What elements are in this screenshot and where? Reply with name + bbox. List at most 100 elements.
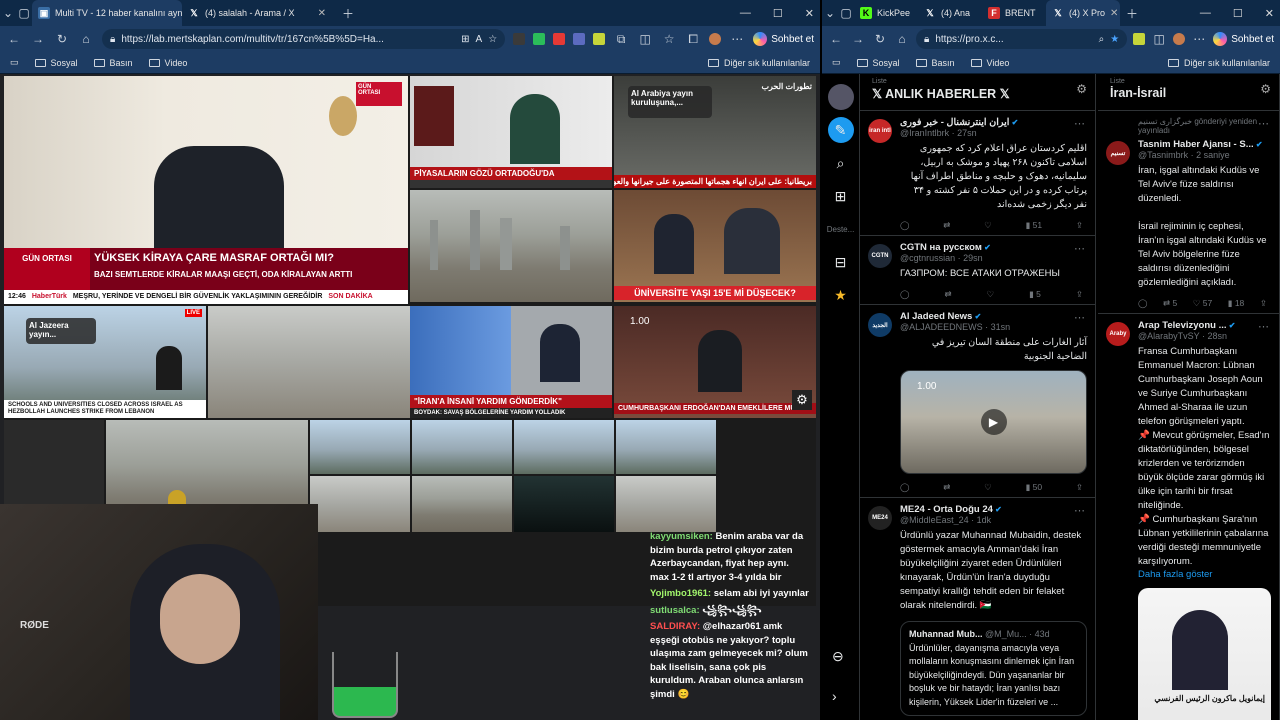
close-window-icon[interactable]: ✕ [1265,7,1274,20]
read-aloud-icon[interactable]: A [476,34,483,45]
avatar[interactable]: iran intl [868,119,892,143]
back-icon[interactable]: ← [828,32,844,46]
tv-tile-alarabiya[interactable]: Al Arabiya yayın kuruluşuna,... تطورات ا… [614,76,816,188]
views-icon[interactable]: ▮ 18 [1228,298,1245,309]
tweet-handle[interactable]: @IranIntlbrk · 27sn [900,128,1087,138]
like-icon[interactable]: ♡ 57 [1193,298,1212,309]
share-icon[interactable]: ⇪ [1076,482,1083,493]
tv-tile-studio[interactable]: PİYASALARIN GÖZÜ ORTADOĞU'DA [410,76,612,188]
favorite-star-icon[interactable]: ★ [1110,34,1119,45]
more-options-icon[interactable]: ⋯ [1074,311,1085,324]
expand-sidebar-icon[interactable]: › [832,688,837,704]
compose-icon[interactable]: ✎ [827,117,854,143]
tab-list-chevron-icon[interactable]: ⌄ [0,6,16,20]
forward-icon[interactable]: → [850,32,866,46]
show-more-link[interactable]: Daha fazla göster [1138,569,1271,580]
reading-list-icon[interactable]: ▭ [832,57,841,68]
repost-icon[interactable]: ⇄ [943,482,950,493]
tweet-author[interactable]: CGTN на русском ✔ [900,242,1087,253]
add-column-icon[interactable]: ⊞ [828,183,854,209]
home-icon[interactable]: ⌂ [78,32,94,46]
maximize-icon[interactable]: ☐ [773,7,783,20]
reply-icon[interactable]: ◯ [900,220,910,231]
yt-overlay-title[interactable]: Al Jazeera yayın... [26,318,96,344]
tweet-handle[interactable]: @AlarabyTvSY · 28sn [1138,331,1271,341]
home-icon[interactable]: ⌂ [894,32,910,46]
views-icon[interactable]: ▮ 50 [1026,482,1043,493]
account-avatar[interactable] [827,84,854,110]
more-options-icon[interactable]: ⋯ [1074,242,1085,255]
tab-x-home[interactable]: 𝕏 (4) Ana [918,0,982,26]
split-screen-icon[interactable]: ◫ [637,32,653,46]
tweet[interactable]: Araby ⋯ Arap Televizyonu ... ✔ @AlarabyTvSY… [1098,313,1279,720]
like-icon[interactable]: ♡ [987,289,995,300]
copilot-button[interactable]: Sohbet et [753,32,814,46]
deck-star-icon[interactable]: ★ [828,282,854,308]
extension-icon[interactable] [573,33,586,45]
tweet-author[interactable]: ME24 - Orta Doğu 24 ✔ [900,504,1087,515]
avatar[interactable]: CGTN [868,244,892,268]
tab-brent[interactable]: F BRENT [982,0,1046,26]
refresh-icon[interactable]: ↻ [54,32,70,46]
close-tab-icon[interactable]: ✕ [318,8,326,19]
extension-icon[interactable] [593,33,606,45]
tab-kick[interactable]: K KickPee [854,0,918,26]
like-icon[interactable]: ♡ [984,220,992,231]
minimize-icon[interactable]: — [740,7,751,19]
extensions-puzzle-icon[interactable]: ⧉ [613,32,629,47]
tv-tile-aljazeera[interactable]: Al Jazeera yayın... LIVE SCHOOLS AND UNI… [4,306,206,418]
tweet-image[interactable]: إيمانويل ماكرون الرئيس الفرنسي [1138,588,1271,720]
views-icon[interactable]: ▮ 5 [1029,289,1041,300]
avatar[interactable]: ME24 [868,506,892,530]
quoted-tweet[interactable]: Muhannad Mub... @M_Mu... · 43d Ürdünlüler… [900,621,1087,716]
tv-tile-cam[interactable] [514,420,614,474]
favorite-folder-basin[interactable]: Basın [915,58,955,68]
zoom-icon[interactable]: ⌕ [1099,34,1105,45]
more-menu-icon[interactable]: ⋯ [1191,32,1207,46]
favorite-folder-sosyal[interactable]: Sosyal [34,58,78,68]
more-options-icon[interactable]: ⋯ [1258,117,1269,130]
new-tab-icon[interactable]: ＋ [340,5,356,22]
tv-tile-parliament[interactable]: ÜNİVERSİTE YAŞI 15'E Mİ DÜŞECEK? [614,190,816,302]
more-options-icon[interactable]: ⋯ [1074,117,1085,130]
tweet-author[interactable]: ایران اینترنشنال - خبر فوری ✔ [900,117,1087,128]
tweet[interactable]: iran intl ⋯ ایران اینترنشنال - خبر فوری ✔ @… [860,110,1095,235]
refresh-icon[interactable]: ↻ [872,32,888,46]
tv-tile-cam[interactable] [310,476,410,532]
tab-x-pro[interactable]: 𝕏 (4) X Pro ✕ [1046,0,1120,26]
tweet-author[interactable]: Tasnim Haber Ajansı - S... ✔ [1138,139,1271,150]
other-favorites[interactable]: Diğer sık kullanılanlar [707,58,810,68]
back-icon[interactable]: ← [6,32,22,46]
tv-tile-speech[interactable]: 1.00 CUMHURBAŞKANI ERDOĞAN'DAN EMEKLİLER… [614,306,816,418]
tv-tile-cam[interactable] [616,476,716,532]
tweet[interactable]: CGTN ⋯ CGTN на русском ✔ @cgtnrussian · 29s… [860,235,1095,304]
collections-icon[interactable]: ⧠ [685,32,701,47]
profile-avatar[interactable] [709,33,722,45]
more-options-icon[interactable]: ⋯ [1074,504,1085,517]
play-icon[interactable]: ▶ [980,409,1007,435]
reading-list-icon[interactable]: ▭ [10,57,19,68]
extension-icon[interactable] [533,33,546,45]
share-icon[interactable]: ⇪ [1076,220,1083,231]
settings-gear-icon[interactable]: ⚙ [792,390,812,410]
reply-icon[interactable]: ◯ [900,482,910,493]
reply-icon[interactable]: ◯ [1138,298,1148,309]
tweet-author[interactable]: Arap Televizyonu ... ✔ [1138,320,1271,331]
favorite-star-icon[interactable]: ☆ [488,34,497,45]
avatar[interactable]: Araby [1106,322,1130,346]
like-icon[interactable]: ♡ [984,482,992,493]
favorite-folder-video[interactable]: Video [970,58,1009,68]
close-tab-icon[interactable]: ✕ [1110,8,1118,19]
split-screen-icon[interactable]: ◫ [1151,32,1167,46]
forward-icon[interactable]: → [30,32,46,46]
extension-icon[interactable] [1133,33,1146,45]
tweet-video[interactable]: 1.00 ▶ [900,370,1087,474]
address-bar[interactable]: 🔒︎ https://lab.mertskaplan.com/multitv/t… [102,29,506,49]
tweet-handle[interactable]: @Tasnimbrk · 2 saniye [1138,150,1271,160]
tweet[interactable]: ME24 ⋯ ME24 - Orta Doğu 24 ✔ @MiddleEast_24… [860,497,1095,720]
share-icon[interactable]: ⇪ [1260,298,1267,309]
chat-username[interactable]: sutlusalca: [650,605,700,616]
more-options-icon[interactable]: ⊖ [832,648,844,665]
profile-avatar[interactable] [1173,33,1186,45]
extension-icon[interactable] [553,33,566,45]
